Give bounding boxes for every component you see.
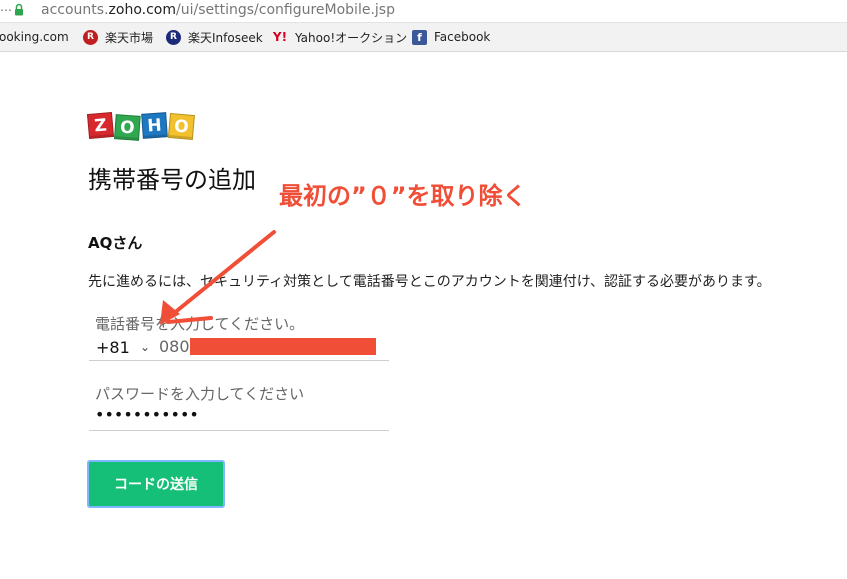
bookmark-yahoo-auction[interactable]: Y! Yahoo!オークション — [272, 29, 407, 45]
overflow-icon: ⋯ — [0, 3, 12, 17]
facebook-icon: f — [412, 29, 427, 45]
bookmark-label: Facebook — [434, 30, 491, 44]
country-code-select[interactable]: +81 — [96, 338, 130, 357]
phone-label: 電話番号を入力してください。 — [95, 315, 305, 333]
address-bar[interactable]: ⋯ accounts.zoho.com/ui/settings/configur… — [0, 0, 847, 23]
bookmarks-bar: ooking.com R 楽天市場 R 楽天Infoseek Y! Yahoo!… — [0, 23, 847, 52]
password-label: パスワードを入力してください — [95, 385, 305, 403]
rakuten-icon: R — [83, 29, 98, 45]
description-text: 先に進めるには、セキュリティ対策として電話番号とこのアカウントを関連付け、認証す… — [88, 274, 771, 290]
logo-tile: Z — [86, 111, 115, 140]
bookmark-label: 楽天Infoseek — [188, 30, 263, 45]
chevron-down-icon[interactable]: ⌄ — [140, 340, 150, 354]
password-field[interactable]: ••••••••••• — [89, 405, 389, 431]
bookmark-facebook[interactable]: f Facebook — [412, 29, 490, 45]
bookmark-label: 楽天市場 — [105, 30, 154, 45]
logo-tile: O — [114, 114, 141, 141]
bookmark-label: ooking.com — [0, 30, 69, 44]
bookmark-booking[interactable]: ooking.com — [0, 29, 69, 45]
logo-tile: O — [167, 112, 195, 141]
logo-tile: H — [141, 112, 168, 139]
send-code-label: コードの送信 — [114, 477, 198, 493]
yahoo-icon: Y! — [272, 30, 288, 44]
infoseek-icon: R — [166, 29, 181, 45]
bookmark-rakuten[interactable]: R 楽天市場 — [83, 29, 153, 45]
url-text[interactable]: accounts.zoho.com/ui/settings/configureM… — [41, 2, 395, 18]
page-title: 携帯番号の追加 — [88, 166, 256, 194]
zoho-logo: Z O H O — [86, 111, 196, 141]
password-input[interactable]: ••••••••••• — [95, 405, 199, 424]
bookmark-label: Yahoo!オークション — [295, 30, 408, 45]
user-greeting: AQさん — [88, 234, 143, 252]
phone-input[interactable]: 080 — [159, 337, 190, 356]
annotation-callout: 最初の”０”を取り除く — [279, 182, 527, 210]
lock-icon — [15, 3, 23, 16]
redaction-box — [190, 338, 376, 355]
bookmark-infoseek[interactable]: R 楽天Infoseek — [166, 29, 263, 45]
send-code-button[interactable]: コードの送信 — [87, 460, 225, 508]
